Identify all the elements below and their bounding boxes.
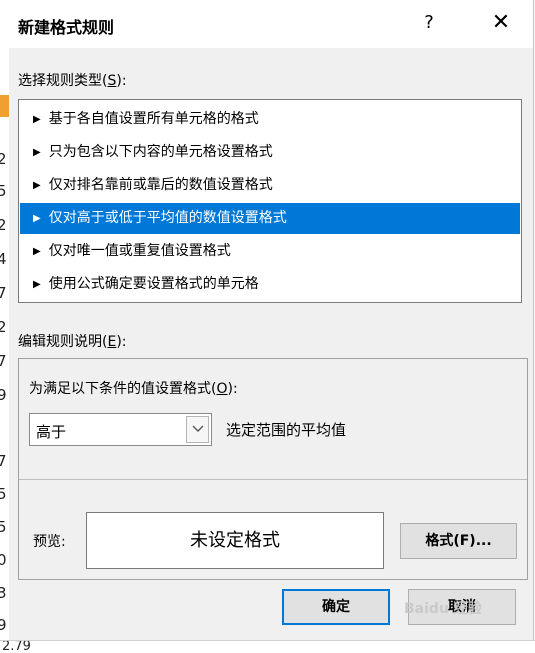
format-preview: 未设定格式 xyxy=(86,512,384,569)
condition-accesskey: O xyxy=(216,381,228,397)
triangle-right-icon: ▶ xyxy=(33,279,41,290)
condition-label-suffix: ): xyxy=(227,381,238,397)
bottom-fragment: 2.79 xyxy=(2,640,31,653)
rule-type-item[interactable]: ▶ 仅对排名靠前或靠后的数值设置格式 xyxy=(20,170,520,201)
condition-label: 为满足以下条件的值设置格式(O): xyxy=(29,378,238,398)
rule-description-panel: 为满足以下条件的值设置格式(O): 高于 选定范围的平均值 预览: 未设定格式 … xyxy=(18,358,528,580)
rule-type-item-label: 仅对高于或低于平均值的数值设置格式 xyxy=(48,210,287,226)
triangle-right-icon: ▶ xyxy=(33,114,41,125)
average-range-text: 选定范围的平均值 xyxy=(226,421,347,439)
dialog-title: 新建格式规则 xyxy=(18,18,115,37)
rule-type-item[interactable]: ▶ 基于各自值设置所有单元格的格式 xyxy=(20,104,520,135)
chevron-down-icon[interactable] xyxy=(186,416,209,443)
rule-description-label-text: 编辑规则说明( xyxy=(18,334,108,350)
rule-type-item[interactable]: ▶ 只为包含以下内容的单元格设置格式 xyxy=(20,137,520,168)
rule-type-item-label: 只为包含以下内容的单元格设置格式 xyxy=(48,144,273,160)
sheet-accent xyxy=(0,95,9,117)
divider xyxy=(19,479,527,480)
rule-type-item-label: 仅对唯一值或重复值设置格式 xyxy=(48,243,231,259)
chevron-down-glyph xyxy=(192,425,203,432)
rule-type-item[interactable]: ▶ 使用公式确定要设置格式的单元格 xyxy=(20,269,520,300)
condition-label-text: 为满足以下条件的值设置格式( xyxy=(29,381,217,397)
rule-type-label-text: 选择规则类型( xyxy=(18,73,108,89)
rule-type-label: 选择规则类型(S): xyxy=(18,70,127,90)
rule-description-label-suffix: ): xyxy=(116,334,127,350)
background-bottom-strip: 2.79 xyxy=(0,640,535,653)
ok-button[interactable]: 确定 xyxy=(282,589,390,625)
above-below-select-value: 高于 xyxy=(36,423,67,441)
rule-type-item-label: 基于各自值设置所有单元格的格式 xyxy=(48,111,259,127)
rule-type-label-suffix: ): xyxy=(116,73,127,89)
preview-label: 预览: xyxy=(33,534,66,550)
new-format-rule-dialog: 新建格式规则 ? ✕ 选择规则类型(S): ▶ 基于各自值设置所有单元格的格式 ▶… xyxy=(9,0,534,640)
rule-type-item-label: 仅对排名靠前或靠后的数值设置格式 xyxy=(48,177,273,193)
format-button[interactable]: 格式(F)... xyxy=(400,523,517,559)
cancel-button[interactable]: 取消 xyxy=(408,589,516,625)
rule-description-label: 编辑规则说明(E): xyxy=(18,331,127,351)
rule-description-accesskey: E xyxy=(107,334,117,350)
triangle-right-icon: ▶ xyxy=(33,147,41,158)
rule-type-list[interactable]: ▶ 基于各自值设置所有单元格的格式 ▶ 只为包含以下内容的单元格设置格式 ▶ 仅对排名… xyxy=(18,99,522,303)
rule-type-item-selected[interactable]: ▶ 仅对高于或低于平均值的数值设置格式 xyxy=(20,203,520,234)
triangle-right-icon: ▶ xyxy=(33,213,41,224)
triangle-right-icon: ▶ xyxy=(33,180,41,191)
triangle-right-icon: ▶ xyxy=(33,246,41,257)
close-button[interactable]: ✕ xyxy=(484,8,518,38)
title-bar[interactable]: 新建格式规则 ? ✕ xyxy=(9,0,533,48)
rule-type-item[interactable]: ▶ 仅对唯一值或重复值设置格式 xyxy=(20,236,520,267)
rule-type-item-label: 使用公式确定要设置格式的单元格 xyxy=(48,276,259,292)
help-button[interactable]: ? xyxy=(414,8,444,38)
above-below-select[interactable]: 高于 xyxy=(29,413,212,446)
